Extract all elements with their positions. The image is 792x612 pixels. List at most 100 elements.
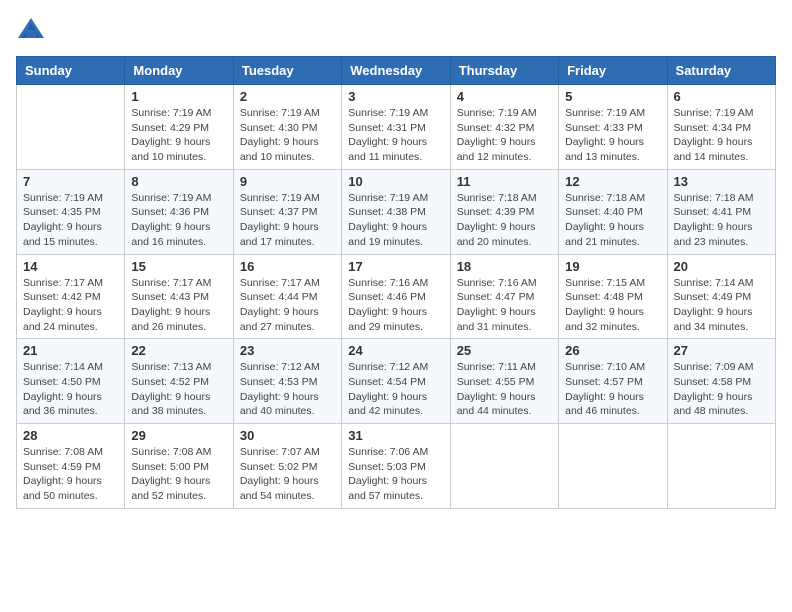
day-info: Sunrise: 7:09 AMSunset: 4:58 PMDaylight:… [674, 360, 769, 419]
day-info: Sunrise: 7:06 AMSunset: 5:03 PMDaylight:… [348, 445, 443, 504]
day-number: 20 [674, 259, 769, 274]
calendar-cell: 10 Sunrise: 7:19 AMSunset: 4:38 PMDayligh… [342, 169, 450, 254]
day-number: 14 [23, 259, 118, 274]
calendar-cell: 23 Sunrise: 7:12 AMSunset: 4:53 PMDayligh… [233, 339, 341, 424]
calendar-cell: 12 Sunrise: 7:18 AMSunset: 4:40 PMDayligh… [559, 169, 667, 254]
day-number: 19 [565, 259, 660, 274]
calendar-cell: 18Sunrise: 7:16 AMSunset: 4:47 PMDayligh… [450, 254, 558, 339]
weekday-header: Wednesday [342, 57, 450, 85]
day-info: Sunrise: 7:19 AMSunset: 4:29 PMDaylight:… [131, 106, 226, 165]
day-number: 21 [23, 343, 118, 358]
day-number: 11 [457, 174, 552, 189]
calendar-week-row: 7 Sunrise: 7:19 AMSunset: 4:35 PMDaylight… [17, 169, 776, 254]
calendar-cell: 1 Sunrise: 7:19 AMSunset: 4:29 PMDaylight… [125, 85, 233, 170]
day-info: Sunrise: 7:11 AMSunset: 4:55 PMDaylight:… [457, 360, 552, 419]
calendar-cell: 16 Sunrise: 7:17 AMSunset: 4:44 PMDayligh… [233, 254, 341, 339]
day-info: Sunrise: 7:19 AMSunset: 4:36 PMDaylight:… [131, 191, 226, 250]
calendar-cell: 3 Sunrise: 7:19 AMSunset: 4:31 PMDaylight… [342, 85, 450, 170]
day-info: Sunrise: 7:19 AMSunset: 4:33 PMDaylight:… [565, 106, 660, 165]
day-number: 13 [674, 174, 769, 189]
day-number: 7 [23, 174, 118, 189]
calendar-cell: 5 Sunrise: 7:19 AMSunset: 4:33 PMDaylight… [559, 85, 667, 170]
day-number: 16 [240, 259, 335, 274]
weekday-header: Thursday [450, 57, 558, 85]
calendar-cell: 4Sunrise: 7:19 AMSunset: 4:32 PMDaylight… [450, 85, 558, 170]
day-info: Sunrise: 7:08 AMSunset: 4:59 PMDaylight:… [23, 445, 118, 504]
day-info: Sunrise: 7:18 AMSunset: 4:41 PMDaylight:… [674, 191, 769, 250]
day-info: Sunrise: 7:18 AMSunset: 4:40 PMDaylight:… [565, 191, 660, 250]
calendar-cell [667, 424, 775, 509]
day-number: 8 [131, 174, 226, 189]
calendar-cell: 14 Sunrise: 7:17 AMSunset: 4:42 PMDayligh… [17, 254, 125, 339]
calendar-cell: 17Sunrise: 7:16 AMSunset: 4:46 PMDayligh… [342, 254, 450, 339]
day-number: 5 [565, 89, 660, 104]
day-info: Sunrise: 7:17 AMSunset: 4:43 PMDaylight:… [131, 276, 226, 335]
calendar-cell: 25Sunrise: 7:11 AMSunset: 4:55 PMDayligh… [450, 339, 558, 424]
calendar-cell: 30 Sunrise: 7:07 AMSunset: 5:02 PMDayligh… [233, 424, 341, 509]
calendar-table: SundayMondayTuesdayWednesdayThursdayFrid… [16, 56, 776, 509]
calendar-cell: 9Sunrise: 7:19 AMSunset: 4:37 PMDaylight… [233, 169, 341, 254]
day-info: Sunrise: 7:14 AMSunset: 4:49 PMDaylight:… [674, 276, 769, 335]
calendar-header-row: SundayMondayTuesdayWednesdayThursdayFrid… [17, 57, 776, 85]
calendar-cell: 31 Sunrise: 7:06 AMSunset: 5:03 PMDayligh… [342, 424, 450, 509]
day-info: Sunrise: 7:16 AMSunset: 4:47 PMDaylight:… [457, 276, 552, 335]
calendar-cell: 15 Sunrise: 7:17 AMSunset: 4:43 PMDayligh… [125, 254, 233, 339]
calendar-week-row: 21Sunrise: 7:14 AMSunset: 4:50 PMDayligh… [17, 339, 776, 424]
day-number: 12 [565, 174, 660, 189]
calendar-week-row: 1 Sunrise: 7:19 AMSunset: 4:29 PMDaylight… [17, 85, 776, 170]
calendar-cell [450, 424, 558, 509]
day-info: Sunrise: 7:19 AMSunset: 4:34 PMDaylight:… [674, 106, 769, 165]
calendar-cell: 24 Sunrise: 7:12 AMSunset: 4:54 PMDayligh… [342, 339, 450, 424]
calendar-cell: 8 Sunrise: 7:19 AMSunset: 4:36 PMDaylight… [125, 169, 233, 254]
calendar-cell: 6 Sunrise: 7:19 AMSunset: 4:34 PMDaylight… [667, 85, 775, 170]
page-header [16, 16, 776, 46]
day-info: Sunrise: 7:18 AMSunset: 4:39 PMDaylight:… [457, 191, 552, 250]
calendar-cell: 2 Sunrise: 7:19 AMSunset: 4:30 PMDaylight… [233, 85, 341, 170]
day-info: Sunrise: 7:08 AMSunset: 5:00 PMDaylight:… [131, 445, 226, 504]
day-info: Sunrise: 7:19 AMSunset: 4:35 PMDaylight:… [23, 191, 118, 250]
calendar-week-row: 14 Sunrise: 7:17 AMSunset: 4:42 PMDayligh… [17, 254, 776, 339]
weekday-header: Monday [125, 57, 233, 85]
calendar-cell: 26 Sunrise: 7:10 AMSunset: 4:57 PMDayligh… [559, 339, 667, 424]
calendar-cell: 7 Sunrise: 7:19 AMSunset: 4:35 PMDaylight… [17, 169, 125, 254]
day-info: Sunrise: 7:12 AMSunset: 4:54 PMDaylight:… [348, 360, 443, 419]
weekday-header: Sunday [17, 57, 125, 85]
calendar-cell: 22 Sunrise: 7:13 AMSunset: 4:52 PMDayligh… [125, 339, 233, 424]
day-number: 15 [131, 259, 226, 274]
day-info: Sunrise: 7:15 AMSunset: 4:48 PMDaylight:… [565, 276, 660, 335]
day-info: Sunrise: 7:12 AMSunset: 4:53 PMDaylight:… [240, 360, 335, 419]
day-number: 23 [240, 343, 335, 358]
calendar-cell: 27Sunrise: 7:09 AMSunset: 4:58 PMDayligh… [667, 339, 775, 424]
day-number: 31 [348, 428, 443, 443]
logo-icon [16, 16, 46, 46]
calendar-cell: 29 Sunrise: 7:08 AMSunset: 5:00 PMDayligh… [125, 424, 233, 509]
day-info: Sunrise: 7:07 AMSunset: 5:02 PMDaylight:… [240, 445, 335, 504]
day-number: 6 [674, 89, 769, 104]
day-number: 2 [240, 89, 335, 104]
day-number: 3 [348, 89, 443, 104]
day-number: 30 [240, 428, 335, 443]
day-info: Sunrise: 7:17 AMSunset: 4:42 PMDaylight:… [23, 276, 118, 335]
day-number: 9 [240, 174, 335, 189]
day-info: Sunrise: 7:16 AMSunset: 4:46 PMDaylight:… [348, 276, 443, 335]
day-info: Sunrise: 7:19 AMSunset: 4:38 PMDaylight:… [348, 191, 443, 250]
calendar-cell: 11 Sunrise: 7:18 AMSunset: 4:39 PMDayligh… [450, 169, 558, 254]
calendar-cell: 13 Sunrise: 7:18 AMSunset: 4:41 PMDayligh… [667, 169, 775, 254]
day-number: 1 [131, 89, 226, 104]
day-number: 26 [565, 343, 660, 358]
logo [16, 16, 50, 46]
day-number: 29 [131, 428, 226, 443]
weekday-header: Saturday [667, 57, 775, 85]
day-info: Sunrise: 7:19 AMSunset: 4:30 PMDaylight:… [240, 106, 335, 165]
day-info: Sunrise: 7:10 AMSunset: 4:57 PMDaylight:… [565, 360, 660, 419]
day-number: 22 [131, 343, 226, 358]
calendar-cell: 21Sunrise: 7:14 AMSunset: 4:50 PMDayligh… [17, 339, 125, 424]
calendar-cell: 28Sunrise: 7:08 AMSunset: 4:59 PMDayligh… [17, 424, 125, 509]
day-number: 24 [348, 343, 443, 358]
day-info: Sunrise: 7:19 AMSunset: 4:31 PMDaylight:… [348, 106, 443, 165]
day-number: 10 [348, 174, 443, 189]
day-info: Sunrise: 7:13 AMSunset: 4:52 PMDaylight:… [131, 360, 226, 419]
day-number: 4 [457, 89, 552, 104]
calendar-cell: 20 Sunrise: 7:14 AMSunset: 4:49 PMDayligh… [667, 254, 775, 339]
day-info: Sunrise: 7:17 AMSunset: 4:44 PMDaylight:… [240, 276, 335, 335]
